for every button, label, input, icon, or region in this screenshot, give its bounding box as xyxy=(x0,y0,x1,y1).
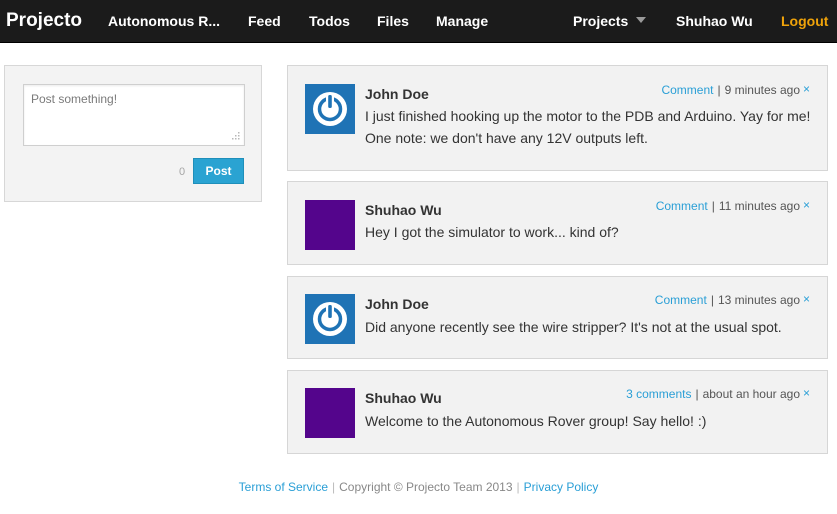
brand-logo[interactable]: Projecto xyxy=(6,10,82,32)
close-icon[interactable]: × xyxy=(803,198,810,212)
post-meta: 3 comments | about an hour ago xyxy=(626,387,800,401)
feed-post: Shuhao Wu Comment | 11 minutes ago Hey I g… xyxy=(287,181,828,265)
privacy-link[interactable]: Privacy Policy xyxy=(524,480,599,494)
meta-separator: | xyxy=(711,199,715,213)
post-time: about an hour ago xyxy=(702,387,800,401)
comment-link[interactable]: Comment xyxy=(655,293,707,307)
post-time: 11 minutes ago xyxy=(718,199,800,213)
post-composer: 0 Post xyxy=(4,65,262,202)
post-meta: Comment | 9 minutes ago xyxy=(661,83,800,97)
post-button[interactable]: Post xyxy=(193,158,244,184)
top-navbar: Projecto Autonomous R... Feed Todos File… xyxy=(0,0,837,43)
post-body: I just finished hooking up the motor to … xyxy=(365,108,811,146)
close-icon[interactable]: × xyxy=(803,386,810,400)
nav-item-manage[interactable]: Manage xyxy=(436,13,488,29)
footer-separator: | xyxy=(332,480,336,494)
avatar[interactable] xyxy=(305,200,355,250)
post-meta: Comment | 13 minutes ago xyxy=(655,293,800,307)
post-body: Did anyone recently see the wire strippe… xyxy=(365,319,782,335)
nav-item-feed[interactable]: Feed xyxy=(248,13,281,29)
copyright-text: Copyright © Projecto Team 2013 xyxy=(339,480,513,494)
nav-item-project[interactable]: Autonomous R... xyxy=(108,13,220,29)
feed-post: Shuhao Wu 3 comments | about an hour ago W… xyxy=(287,370,828,454)
post-body: Hey I got the simulator to work... kind … xyxy=(365,224,619,240)
comment-link[interactable]: Comment xyxy=(656,199,708,213)
post-author[interactable]: John Doe xyxy=(365,296,429,312)
projects-dropdown[interactable]: Projects xyxy=(573,13,647,29)
char-count: 0 xyxy=(179,166,186,178)
post-meta: Comment | 11 minutes ago xyxy=(656,199,800,213)
page-footer: Terms of Service | Copyright © Projecto Te… xyxy=(0,480,837,494)
comments-link[interactable]: 3 comments xyxy=(626,387,691,401)
terms-link[interactable]: Terms of Service xyxy=(239,480,328,494)
close-icon[interactable]: × xyxy=(803,292,810,306)
post-input[interactable] xyxy=(23,84,245,146)
avatar[interactable] xyxy=(305,294,355,344)
post-body: Welcome to the Autonomous Rover group! S… xyxy=(365,413,707,429)
post-time: 9 minutes ago xyxy=(724,83,800,97)
avatar[interactable] xyxy=(305,388,355,438)
post-author[interactable]: John Doe xyxy=(365,86,429,102)
post-time: 13 minutes ago xyxy=(717,293,800,307)
feed-post: John Doe Comment | 13 minutes ago Did anyo… xyxy=(287,276,828,359)
nav-item-files[interactable]: Files xyxy=(377,13,409,29)
meta-separator: | xyxy=(717,83,721,97)
power-icon xyxy=(313,92,347,126)
resize-grip-icon[interactable] xyxy=(230,130,241,141)
projects-dropdown-label: Projects xyxy=(573,13,629,29)
comment-link[interactable]: Comment xyxy=(661,83,713,97)
avatar[interactable] xyxy=(305,84,355,134)
nav-item-todos[interactable]: Todos xyxy=(309,13,350,29)
footer-separator: | xyxy=(516,480,520,494)
meta-separator: | xyxy=(695,387,699,401)
post-author[interactable]: Shuhao Wu xyxy=(365,390,442,406)
feed-post: John Doe Comment | 9 minutes ago I just fi… xyxy=(287,65,828,171)
nav-user[interactable]: Shuhao Wu xyxy=(676,13,753,29)
meta-separator: | xyxy=(710,293,714,307)
close-icon[interactable]: × xyxy=(803,82,810,96)
power-icon xyxy=(313,302,347,336)
chevron-down-icon xyxy=(636,17,647,23)
post-author[interactable]: Shuhao Wu xyxy=(365,202,442,218)
logout-link[interactable]: Logout xyxy=(781,13,828,29)
